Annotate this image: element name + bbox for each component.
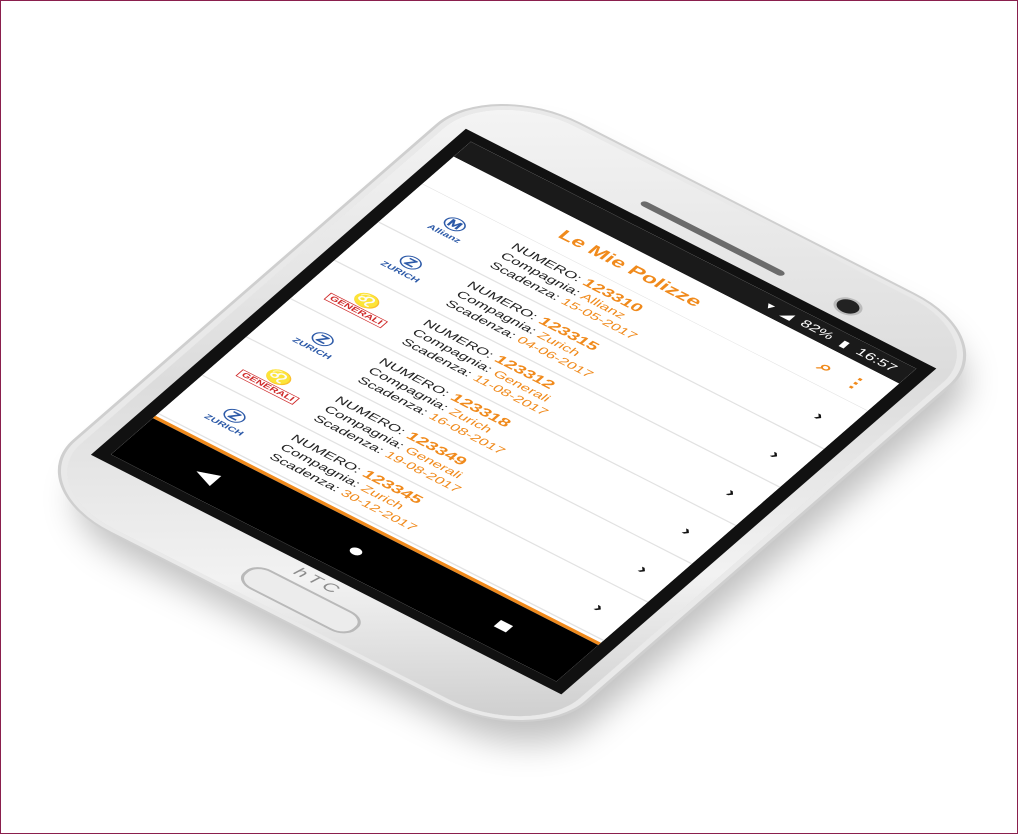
- recents-icon[interactable]: ■: [488, 615, 520, 638]
- front-camera-icon: [832, 296, 864, 317]
- battery-icon: ▮: [836, 338, 853, 351]
- signal-icon: ◢: [777, 308, 798, 322]
- back-icon[interactable]: ◀: [189, 462, 226, 487]
- home-icon[interactable]: ●: [341, 540, 373, 563]
- wifi-icon: ▾: [762, 300, 779, 313]
